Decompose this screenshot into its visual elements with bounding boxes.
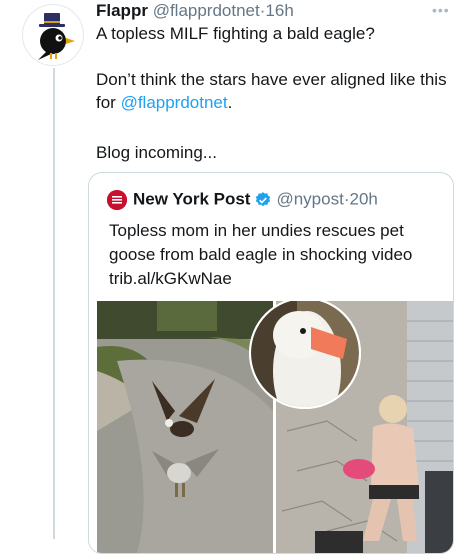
quoted-tweet-text: Topless mom in her undies rescues pet go… [109, 221, 413, 288]
tweet-text-line2: Don’t think the stars have ever aligned … [96, 68, 456, 114]
quoted-timestamp[interactable]: 20h [350, 190, 378, 209]
quoted-author-name[interactable]: New York Post [133, 190, 250, 209]
quoted-tweet-card[interactable]: New York Post @nypost·20h Topless mom in … [88, 172, 454, 554]
more-icon[interactable]: ••• [432, 2, 450, 18]
avatar[interactable] [22, 4, 84, 66]
quoted-tweet-header: New York Post @nypost·20h [107, 187, 378, 211]
tweet-text-line3: Blog incoming... [96, 143, 217, 162]
author-name[interactable]: Flappr [96, 1, 148, 20]
quoted-media-image[interactable] [97, 301, 453, 553]
thread-line [53, 68, 55, 539]
quoted-author-handle[interactable]: @nypost [276, 190, 343, 209]
author-handle[interactable]: @flapprdotnet [153, 1, 260, 20]
timestamp[interactable]: 16h [265, 1, 293, 20]
tweet-header: Flappr @flapprdotnet·16h [96, 0, 294, 22]
mention-link[interactable]: @flapprdotnet [121, 93, 228, 112]
nypost-logo-icon [107, 189, 127, 210]
tweet-text-line1: A topless MILF fighting a bald eagle? [96, 24, 375, 43]
verified-icon [256, 191, 271, 206]
tweet-text-line2-suffix: . [227, 93, 233, 112]
bird-avatar-icon [38, 13, 75, 60]
